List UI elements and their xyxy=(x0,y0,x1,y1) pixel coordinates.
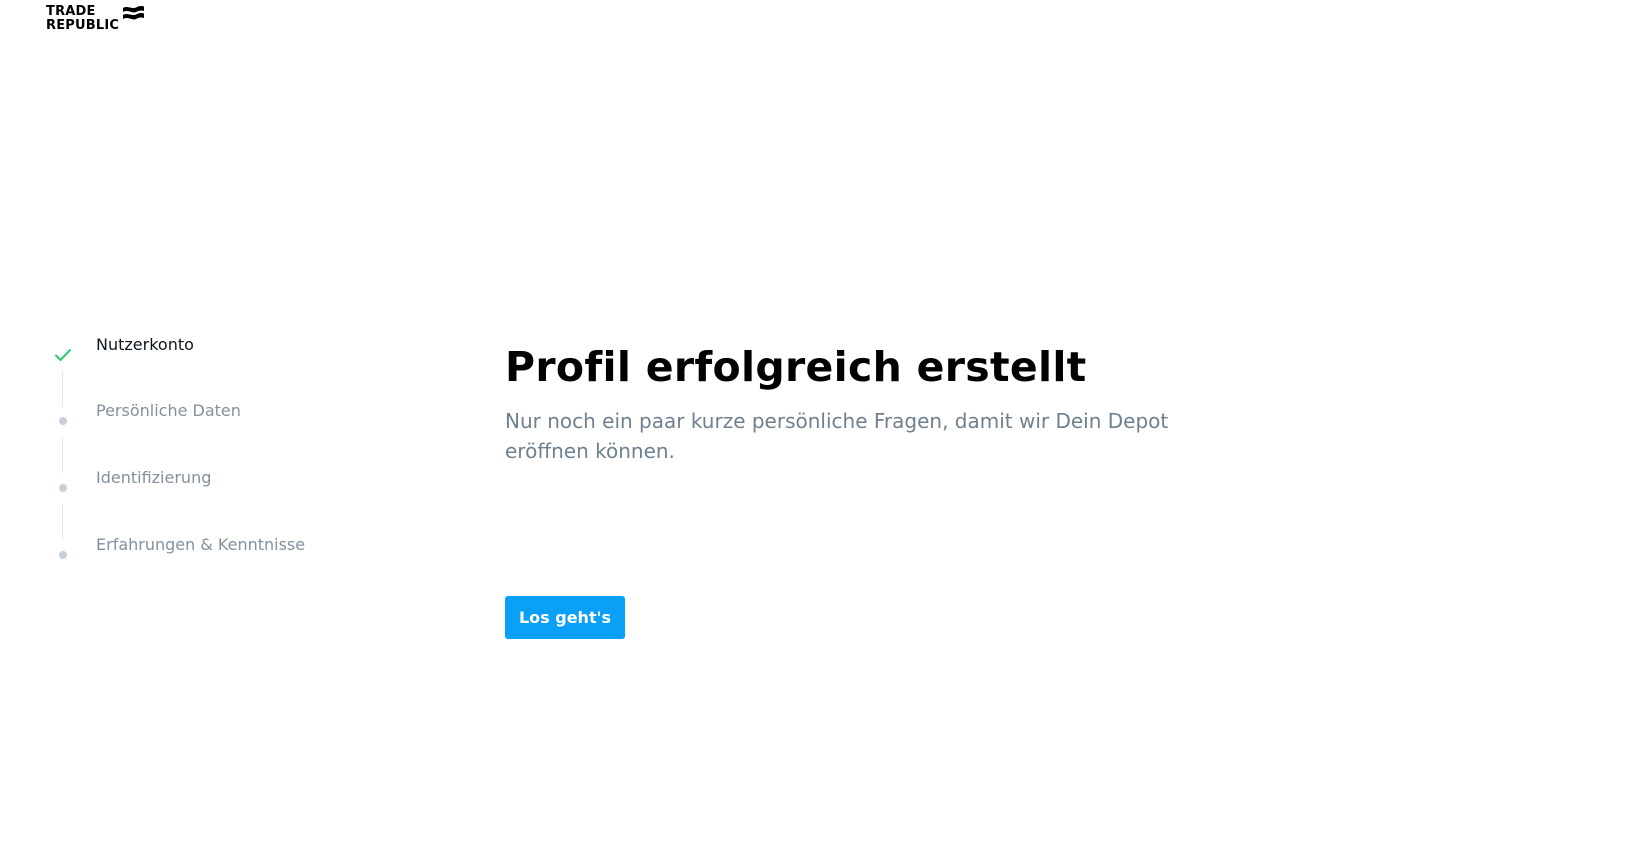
stepper-connector xyxy=(62,504,63,540)
stepper-connector xyxy=(62,371,63,407)
step-label: Erfahrungen & Kenntnisse xyxy=(96,535,306,554)
flag-icon xyxy=(123,6,145,20)
logo-wordmark: TRADE REPUBLIC xyxy=(46,5,119,33)
page-title: Profil erfolgreich erstellt xyxy=(505,343,1087,391)
step-label: Nutzerkonto xyxy=(96,335,194,354)
dot-icon xyxy=(52,544,74,566)
step-label: Persönliche Daten xyxy=(96,401,241,420)
dot-icon xyxy=(52,410,74,432)
page-subtitle: Nur noch ein paar kurze persönliche Frag… xyxy=(505,409,1169,463)
dot-icon xyxy=(52,477,74,499)
checkmark-icon xyxy=(52,344,74,366)
start-button[interactable]: Los geht's xyxy=(505,596,625,639)
logo-line-1: TRADE xyxy=(46,4,96,19)
trade-republic-logo[interactable]: TRADE REPUBLIC xyxy=(46,5,145,33)
logo-line-2: REPUBLIC xyxy=(46,18,120,33)
main-content: Profil erfolgreich erstellt Nur noch ein… xyxy=(505,342,1265,466)
onboarding-page: TRADE REPUBLIC Nutzerkonto Persönliche D… xyxy=(0,0,1651,853)
stepper-connector xyxy=(62,437,63,473)
step-label: Identifizierung xyxy=(96,468,212,487)
